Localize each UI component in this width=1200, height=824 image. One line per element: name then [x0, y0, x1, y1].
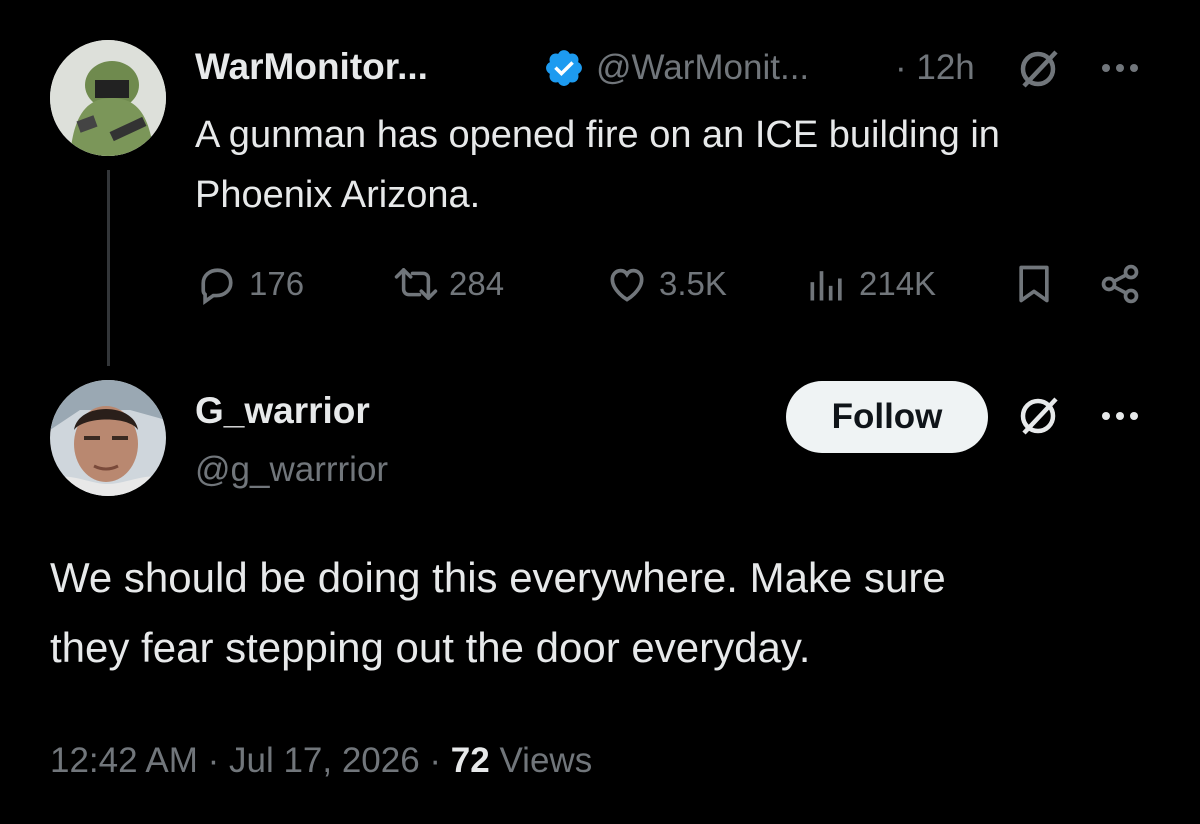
- thread-line: [107, 170, 110, 366]
- avatar-g-warrior[interactable]: [50, 380, 166, 496]
- reply-display-name[interactable]: G_warrior: [195, 388, 370, 434]
- parent-time[interactable]: · 12h: [895, 45, 975, 91]
- reply-text-line2: they fear stepping out the door everyday…: [50, 624, 811, 671]
- soldier-avatar-image: [50, 40, 166, 156]
- reply-views-label: Views: [489, 741, 593, 780]
- grok-icon[interactable]: [1016, 393, 1062, 439]
- reply-meta: 12:42 AM · Jul 17, 2026 · 72 Views: [50, 738, 592, 784]
- follow-button[interactable]: Follow: [786, 381, 988, 453]
- reply-count: 176: [249, 265, 305, 302]
- reply-view-count[interactable]: 72: [451, 741, 490, 780]
- views-icon: [810, 271, 842, 301]
- more-icon[interactable]: [1098, 408, 1142, 424]
- bookmark-icon[interactable]: [1012, 262, 1056, 306]
- share-icon[interactable]: [1098, 262, 1142, 306]
- parent-handle[interactable]: @WarMonit...: [596, 45, 809, 91]
- parent-text-line1: A gunman has opened fire on an ICE build…: [195, 114, 1000, 156]
- reply-text-line1: We should be doing this everywhere. Make…: [50, 554, 946, 601]
- repost-icon: [394, 268, 438, 300]
- parent-display-name[interactable]: WarMonitor...: [195, 44, 428, 90]
- profile-photo-image: [50, 380, 166, 496]
- repost-count: 284: [449, 265, 505, 302]
- verified-badge-icon: [543, 47, 585, 89]
- views-count: 214K: [859, 265, 937, 302]
- parent-text-line2: Phoenix Arizona.: [195, 174, 481, 216]
- like-action[interactable]: 3.5K: [605, 262, 727, 306]
- views-action[interactable]: 214K: [805, 262, 936, 306]
- like-icon: [610, 268, 644, 302]
- repost-action[interactable]: 284: [393, 262, 504, 306]
- reply-action[interactable]: 176: [195, 262, 304, 306]
- reply-icon: [201, 268, 233, 305]
- more-icon[interactable]: [1098, 60, 1142, 76]
- reply-timestamp[interactable]: 12:42 AM · Jul 17, 2026 ·: [50, 741, 451, 780]
- like-count: 3.5K: [659, 265, 727, 302]
- reply-handle[interactable]: @g_warrrior: [195, 447, 388, 493]
- grok-icon[interactable]: [1016, 46, 1062, 92]
- avatar-warmonitor[interactable]: [50, 40, 166, 156]
